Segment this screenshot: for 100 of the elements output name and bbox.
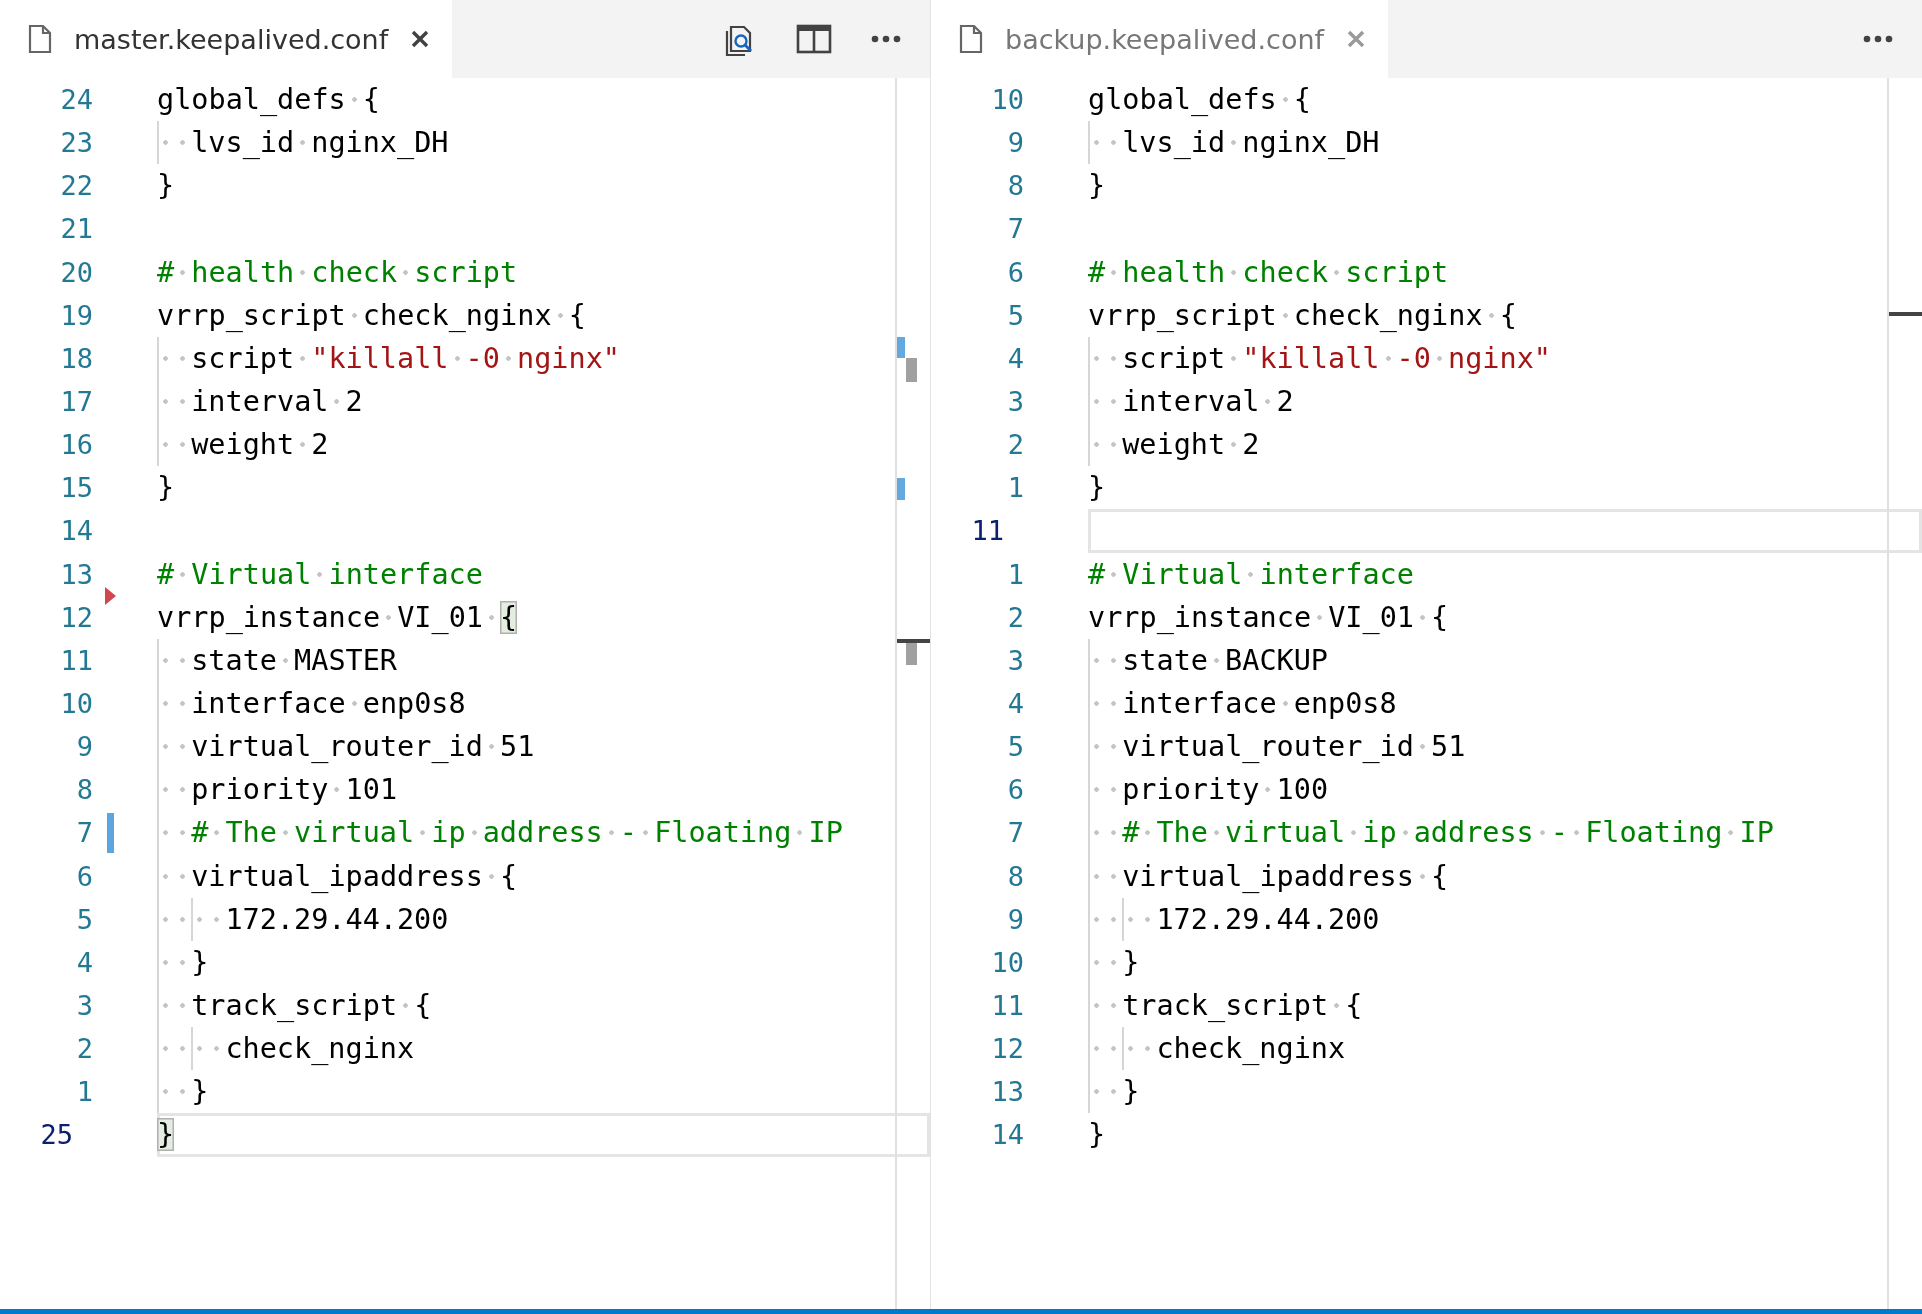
code-line: weight 2 (1088, 423, 1922, 467)
code-line: virtual_router_id 51 (157, 725, 930, 769)
code-line: } (157, 1113, 930, 1157)
code-line: 172.29.44.200 (157, 897, 930, 941)
close-icon[interactable] (410, 29, 431, 49)
overview-ruler[interactable] (895, 78, 930, 1309)
line-number: 2 (75, 1032, 93, 1067)
code-line: global_defs { (157, 78, 930, 122)
line-number: 21 (59, 212, 93, 247)
code-line: script "killall -0 nginx" (157, 336, 930, 380)
code-line: # health check script (1088, 250, 1922, 294)
line-number: 24 (59, 83, 93, 117)
code-line: # Virtual interface (1088, 552, 1922, 596)
line-number: 9 (75, 730, 93, 765)
line-number: 9 (1006, 126, 1024, 161)
code-line: } (157, 1070, 930, 1114)
line-number: 1 (1006, 471, 1024, 506)
line-number: 11 (970, 514, 1005, 549)
line-number: 4 (1006, 341, 1024, 376)
code-line: virtual_ipaddress { (1088, 854, 1922, 898)
line-number: 13 (990, 1075, 1024, 1110)
code-line: check_nginx (157, 1027, 930, 1071)
code-line: script "killall -0 nginx" (1088, 336, 1922, 380)
line-number: 12 (59, 600, 93, 635)
line-number: 5 (1006, 298, 1024, 333)
line-number: 16 (59, 428, 93, 463)
editor-tab[interactable]: master.keepalived.conf (0, 0, 453, 78)
code-line: } (157, 470, 176, 507)
code-line: track_script { (1088, 983, 1922, 1028)
line-number: 3 (1006, 385, 1024, 419)
more-icon[interactable] (870, 34, 902, 44)
split-editor-icon[interactable] (796, 23, 832, 55)
code-line: state MASTER (157, 638, 930, 682)
code-line: } (157, 940, 930, 984)
line-number: 14 (59, 514, 93, 549)
code-line: } (1088, 168, 1107, 205)
line-number: 13 (59, 557, 93, 592)
code-line: virtual_ipaddress { (157, 854, 930, 898)
line-number: 10 (990, 83, 1024, 117)
line-number: 7 (1006, 816, 1024, 851)
deleted-lines-marker[interactable] (105, 586, 117, 605)
line-number: 4 (1006, 686, 1024, 721)
editor-tab[interactable]: backup.keepalived.conf (931, 0, 1389, 78)
line-number: 7 (1006, 212, 1024, 247)
file-icon (28, 24, 52, 54)
code-line: vrrp_script check_nginx { (157, 293, 930, 337)
code-line: } (1088, 1117, 1107, 1154)
code-line: lvs_id nginx_DH (1088, 121, 1922, 165)
code-line: 172.29.44.200 (1088, 897, 1922, 941)
line-number: 10 (59, 686, 93, 721)
line-number: 8 (1006, 169, 1024, 204)
code-line: global_defs { (1088, 78, 1922, 122)
line-number: 20 (59, 255, 93, 290)
code-line: # The virtual ip address - Floating IP (1088, 811, 1922, 855)
code-line: } (1088, 940, 1922, 984)
line-number: 1 (1006, 557, 1024, 592)
line-number: 6 (1006, 773, 1024, 808)
code-line: vrrp_instance VI_01 { (157, 595, 930, 639)
file-icon (959, 24, 983, 54)
code-line: # The virtual ip address - Floating IP (157, 811, 930, 855)
more-icon[interactable] (1862, 34, 1894, 44)
code-line: check_nginx (1088, 1027, 1922, 1071)
line-number: 23 (59, 126, 93, 161)
code-line: } (1088, 1070, 1922, 1114)
line-number: 22 (59, 169, 93, 204)
line-number: 2 (1006, 600, 1024, 635)
line-number: 12 (990, 1032, 1024, 1067)
line-number: 1 (75, 1075, 93, 1110)
code-line: priority 100 (1088, 768, 1922, 812)
line-number: 19 (59, 298, 93, 333)
code-line: priority 101 (157, 768, 930, 812)
line-number: 18 (59, 341, 93, 376)
line-number: 4 (75, 945, 93, 980)
code-line: lvs_id nginx_DH (157, 121, 930, 165)
code-line: track_script { (157, 983, 930, 1028)
line-number: 2 (1006, 428, 1024, 463)
line-number: 11 (59, 643, 93, 678)
code-line: vrrp_instance VI_01 { (1088, 595, 1922, 639)
code-line: interval 2 (157, 380, 930, 424)
code-line: # health check script (157, 250, 930, 294)
code-line: virtual_router_id 51 (1088, 725, 1922, 769)
line-number: 17 (59, 385, 93, 419)
line-number: 6 (1006, 255, 1024, 290)
line-number: 6 (75, 859, 93, 894)
line-number: 9 (1006, 902, 1024, 937)
line-number: 14 (990, 1118, 1024, 1153)
line-number: 25 (39, 1118, 74, 1153)
line-number: 8 (1006, 859, 1024, 894)
line-number: 7 (75, 816, 93, 851)
line-number: 8 (75, 773, 93, 808)
line-number: 3 (1006, 643, 1024, 678)
code-line: interface enp0s8 (1088, 681, 1922, 726)
line-number: 15 (59, 471, 93, 506)
line-number: 11 (990, 988, 1024, 1023)
code-line: } (157, 168, 176, 205)
code-line: # Virtual interface (157, 552, 930, 596)
code-line: interface enp0s8 (157, 681, 930, 726)
code-line: state BACKUP (1088, 638, 1922, 682)
code-line: vrrp_script check_nginx { (1088, 293, 1922, 337)
line-number: 5 (75, 902, 93, 937)
